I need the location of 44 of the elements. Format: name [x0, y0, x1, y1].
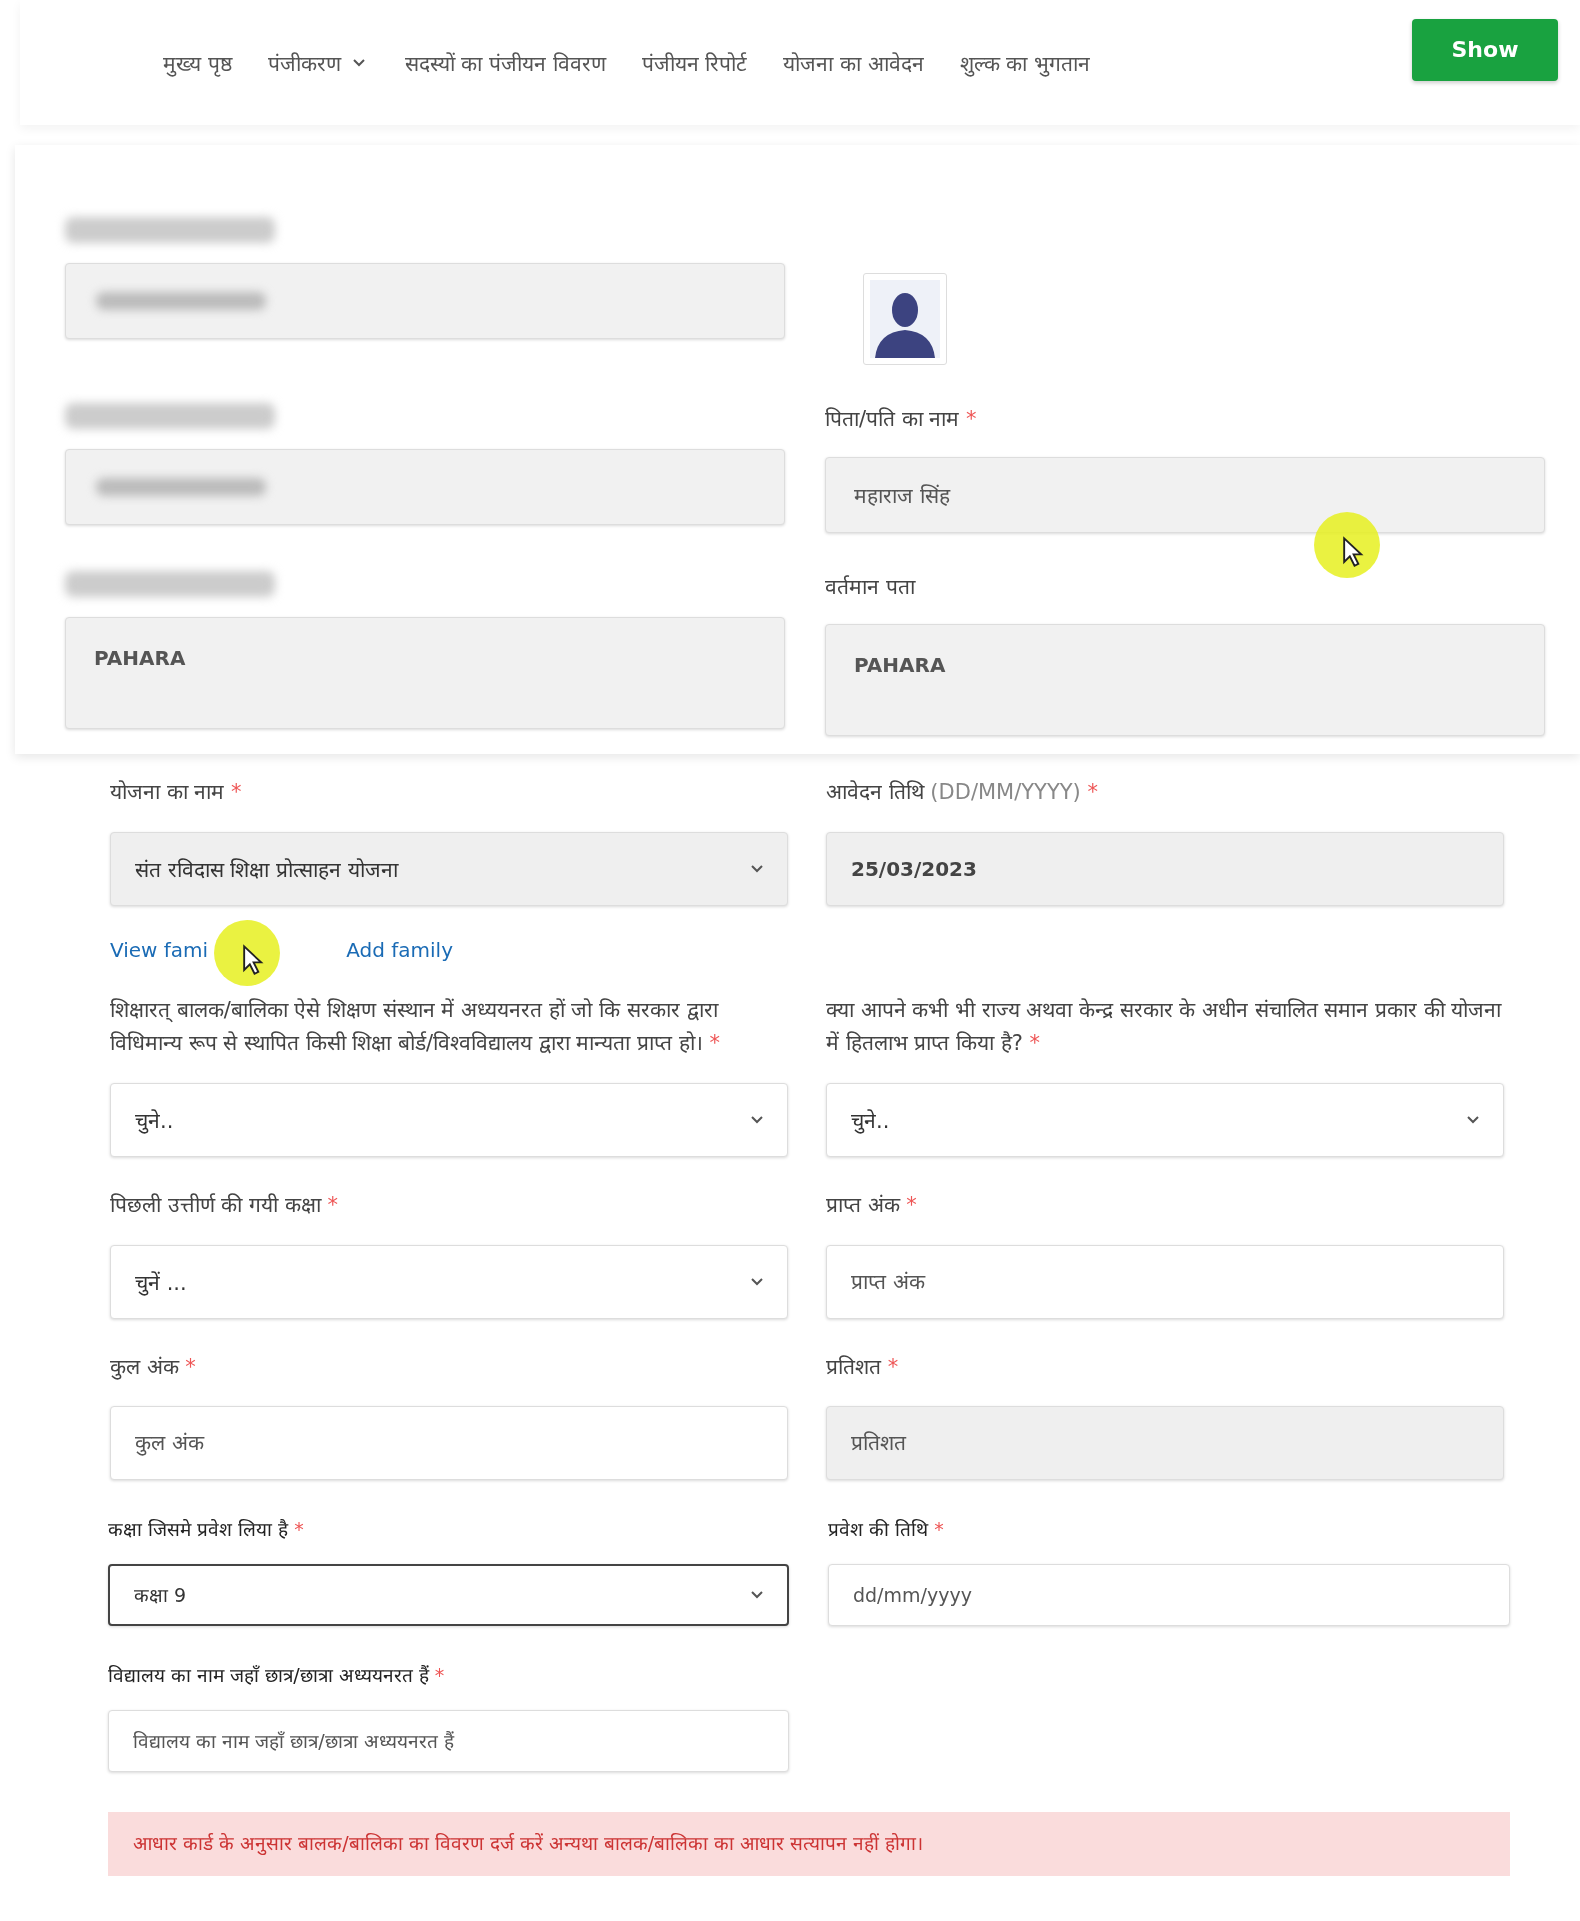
nav-link[interactable]: सदस्यों का पंजीयन विवरण	[404, 48, 606, 77]
nav-link[interactable]: योजना का आवेदन	[783, 48, 924, 77]
link[interactable]: Add family	[346, 937, 453, 962]
select-field[interactable]: चुने..	[110, 1082, 788, 1157]
input-field[interactable]: महाराज सिंह	[825, 456, 1545, 533]
avatar-icon	[863, 273, 947, 365]
select-field[interactable]: चुने..	[826, 1082, 1504, 1157]
select-field[interactable]: चुनें ...	[110, 1244, 788, 1319]
input-field[interactable]: प्राप्त अंक	[826, 1244, 1504, 1319]
field-label: कक्षा जिसमे प्रवेश लिया है *	[108, 1517, 305, 1543]
chevron-icon	[751, 1591, 763, 1600]
link[interactable]: View fami	[110, 937, 209, 962]
chevron-icon	[352, 56, 365, 69]
field-label: प्राप्त अंक *	[826, 1191, 918, 1219]
chevron-icon	[751, 1115, 763, 1124]
field-label: वर्तमान पता	[825, 573, 917, 601]
alert-message: आधार कार्ड के अनुसार बालक/बालिका का विवरण दर्ज करें अन्यथा बालक/बालिका का आधार सत्यापन नहीं होगा।	[108, 1812, 1510, 1877]
chevron-icon	[1467, 1115, 1479, 1124]
nav-link[interactable]: पंजीकरण	[267, 48, 369, 77]
nav-link[interactable]: मुख्य पृष्ठ	[163, 48, 232, 77]
cursor-highlight-icon	[214, 919, 280, 986]
select-field[interactable]: कक्षा 9	[108, 1564, 789, 1627]
field-label: पिछली उत्तीर्ण की गयी कक्षा *	[110, 1191, 339, 1219]
nav-link[interactable]: पंजीयन रिपोर्ट	[641, 48, 748, 77]
field-label: प्रवेश की तिथि *	[828, 1517, 945, 1543]
field-label: पिता/पति का नाम *	[825, 406, 978, 433]
field-label: आवेदन तिथि (DD/MM/YYYY) *	[826, 779, 1099, 807]
field-label: क्या आपने कभी भी राज्य अथवा केन्द्र सरकार के अधीन संचालित समान प्रकार की योजना में हितलाभ प्राप्त किया है? *	[826, 996, 1503, 1058]
field-label: प्रतिशत *	[826, 1353, 900, 1381]
input-field[interactable]: विद्यालय का नाम जहाँ छात्र/छात्रा अध्ययनरत हैं	[108, 1710, 789, 1773]
input-field[interactable]	[65, 449, 785, 525]
input-field[interactable]	[65, 263, 785, 339]
cursor-highlight-icon	[1314, 512, 1380, 578]
address-field[interactable]: PAHARA	[65, 616, 785, 729]
input-field[interactable]: कुल अंक	[110, 1406, 788, 1481]
input-field[interactable]: dd/mm/yyyy	[828, 1564, 1510, 1627]
field-label: योजना का नाम *	[110, 779, 243, 807]
chevron-icon	[751, 1277, 763, 1286]
field-label: शिक्षारत् बालक/बालिका ऐसे शिक्षण संस्थान में अध्ययनरत हों जो कि सरकार द्वारा विधिमान्य रूप से स्थापित किसी शिक्षा बोर्ड/विश्वविद्यालय द्वारा मान्यता प्राप्त हो। *	[110, 996, 721, 1058]
nav-link[interactable]: शुल्क का भुगतान	[959, 48, 1091, 77]
field-label: विद्यालय का नाम जहाँ छात्र/छात्रा अध्ययनरत हैं *	[108, 1663, 446, 1689]
field-label: कुल अंक *	[110, 1353, 197, 1382]
address-field[interactable]: PAHARA	[825, 624, 1545, 737]
chevron-icon	[751, 864, 763, 873]
